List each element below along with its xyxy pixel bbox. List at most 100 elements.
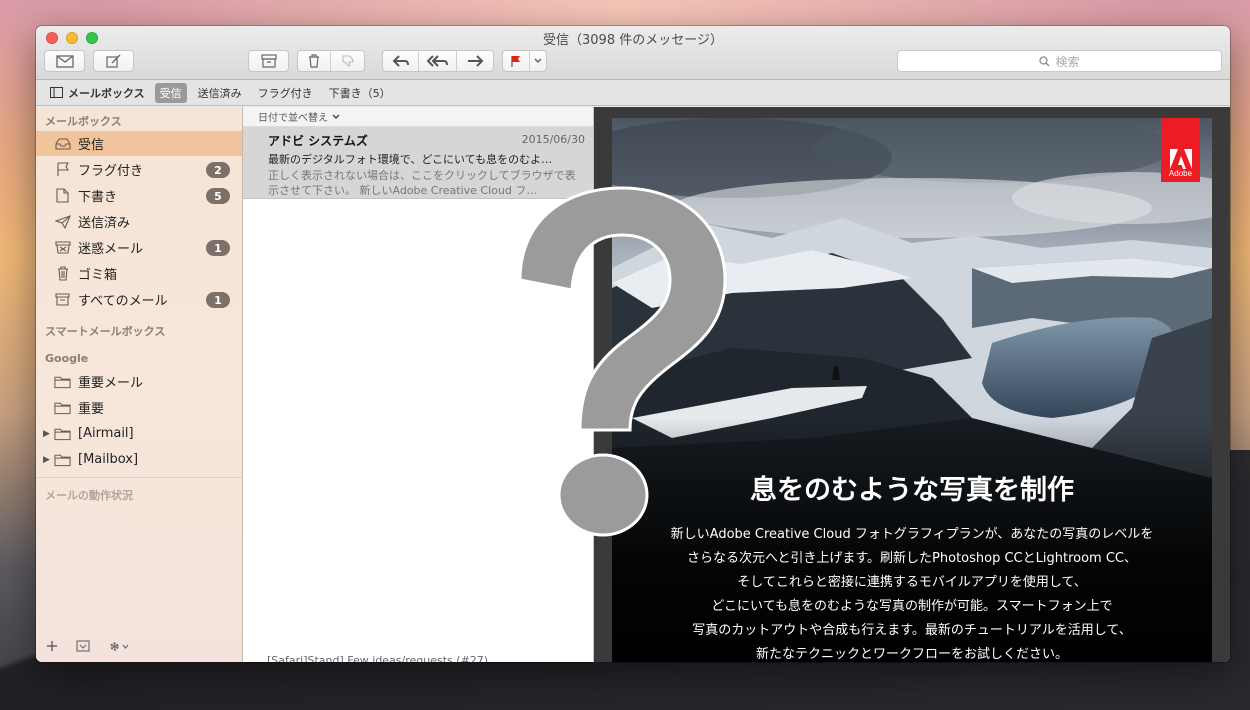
titlebar: 受信（3098 件のメッセージ） 検索 — [36, 26, 1230, 80]
tray-icon — [76, 640, 90, 652]
message-row[interactable]: アドビ システムズ 2015/06/30 最新のデジタルフォト環境で、どこにいて… — [243, 127, 593, 199]
sidebar-item-label: [Mailbox] — [78, 452, 139, 467]
mailbox-sidebar: メールボックス 受信 フラグ付き 2 下書き 5 送信済み 迷惑メール 1 ゴミ… — [36, 107, 243, 662]
thumbs-down-icon — [341, 55, 354, 67]
message-list: 日付で並べ替え アドビ システムズ 2015/06/30 最新のデジタルフォト環… — [243, 107, 594, 662]
sidebar-item-label: 重要メール — [78, 376, 144, 391]
sidebar-item-google-important-mail[interactable]: 重要メール — [36, 369, 242, 394]
search-icon — [1039, 55, 1050, 66]
folder-icon — [54, 401, 71, 415]
unread-badge: 2 — [206, 162, 230, 178]
mailboxes-toggle[interactable]: メールボックス — [50, 85, 145, 101]
content-area: メールボックス 受信 フラグ付き 2 下書き 5 送信済み 迷惑メール 1 ゴミ… — [36, 107, 1230, 662]
favorite-flagged[interactable]: フラグ付き — [253, 83, 318, 103]
sidebar-item-drafts[interactable]: 下書き 5 — [36, 183, 242, 208]
email-body: 新しいAdobe Creative Cloud フォトグラフィプランが、あなたの… — [612, 523, 1212, 662]
gear-icon — [110, 641, 129, 651]
forward-icon — [467, 55, 484, 67]
flag-button[interactable] — [503, 51, 530, 71]
folder-icon — [54, 453, 71, 467]
adobe-logo: Adobe — [1161, 118, 1200, 182]
sidebar-item-label: フラグ付き — [78, 164, 144, 179]
sidebar-item-label: 重要 — [78, 402, 105, 417]
chevron-down-icon — [534, 58, 542, 63]
sidebar-item-label: 迷惑メール — [78, 242, 144, 257]
sent-icon — [54, 214, 71, 229]
trash-icon — [54, 266, 71, 281]
reply-all-button[interactable] — [419, 51, 457, 71]
junk-button[interactable] — [331, 51, 364, 71]
favorite-drafts[interactable]: 下書き（5） — [324, 83, 396, 103]
sidebar-item-junk[interactable]: 迷惑メール 1 — [36, 235, 242, 260]
disclosure-triangle-icon[interactable]: ▶ — [43, 429, 50, 439]
reply-button[interactable] — [383, 51, 420, 71]
trash-icon — [309, 54, 319, 68]
sidebar-item-inbox[interactable]: 受信 — [36, 131, 242, 156]
sidebar-item-label: ゴミ箱 — [78, 268, 118, 283]
sidebar-divider — [36, 477, 242, 478]
sidebar-item-label: すべてのメール — [78, 294, 168, 309]
partially-visible-message[interactable]: [Safari]Stand] Few ideas/requests (#27) — [267, 654, 488, 662]
section-mail-activity[interactable]: メールの動作状況 — [36, 487, 133, 503]
reply-icon — [392, 55, 409, 67]
unread-badge: 5 — [206, 188, 230, 204]
sidebar-item-airmail[interactable]: ▶ [Airmail] — [36, 421, 242, 446]
adobe-logo-text: Adobe — [1168, 169, 1193, 178]
mailboxes-label: メールボックス — [68, 86, 145, 100]
sidebar-item-mailbox[interactable]: ▶ [Mailbox] — [36, 447, 242, 472]
email-headline: 息をのむような写真を制作 — [750, 475, 1074, 506]
unread-badge: 1 — [206, 292, 230, 308]
favorites-bar: メールボックス 受信 送信済み フラグ付き 下書き（5） — [36, 80, 1230, 106]
window-title: 受信（3098 件のメッセージ） — [543, 33, 723, 48]
archive-box-icon — [260, 54, 277, 68]
message-subject: 最新のデジタルフォト環境で、どこにいても息をのむよ… — [268, 153, 553, 166]
search-field[interactable]: 検索 — [897, 50, 1222, 72]
email-body-line: どこにいても息をのむような写真の制作が可能。スマートフォン上で — [711, 599, 1113, 614]
favorite-sent[interactable]: 送信済み — [193, 83, 247, 103]
envelope-icon — [55, 54, 74, 68]
draft-icon — [54, 188, 71, 203]
delete-button[interactable] — [298, 51, 332, 71]
sidebar-item-all-mail[interactable]: すべてのメール 1 — [36, 287, 242, 312]
mailbox-menu-button[interactable] — [76, 640, 90, 656]
folder-icon — [54, 427, 71, 441]
archive-button[interactable] — [248, 50, 289, 72]
adobe-mark-icon — [1169, 149, 1192, 169]
reply-all-icon — [426, 55, 448, 67]
folder-icon — [54, 375, 71, 389]
delete-junk-group — [297, 50, 365, 72]
sidebar-item-trash[interactable]: ゴミ箱 — [36, 261, 242, 286]
message-preview: 正しく表示されない場合は、ここをクリックしてブラウザで表示させて下さい。 新しい… — [268, 169, 576, 197]
flag-icon — [54, 162, 71, 177]
archive-icon — [54, 293, 71, 306]
disclosure-triangle-icon[interactable]: ▶ — [43, 455, 50, 465]
forward-button[interactable] — [457, 51, 493, 71]
get-mail-button[interactable] — [44, 50, 85, 72]
sidebar-item-label: [Airmail] — [78, 426, 134, 441]
sidebar-item-google-important[interactable]: 重要 — [36, 395, 242, 420]
search-placeholder: 検索 — [1055, 54, 1080, 69]
email-body-line: 新たなテクニックとワークフローをお試しください。 — [755, 647, 1068, 662]
junk-icon — [54, 241, 71, 254]
favorite-inbox[interactable]: 受信 — [154, 82, 187, 103]
chevron-down-icon — [332, 114, 340, 119]
settings-menu-button[interactable] — [108, 640, 130, 657]
sort-control[interactable]: 日付で並べ替え — [243, 107, 593, 127]
message-date: 2015/06/30 — [521, 133, 585, 146]
section-google[interactable]: Google — [36, 352, 88, 365]
add-mailbox-button[interactable] — [46, 640, 58, 656]
sidebar-item-sent[interactable]: 送信済み — [36, 209, 242, 234]
message-preview-pane: Adobe 息をのむような写真を制作 新しいAdobe Creative Clo… — [594, 107, 1230, 662]
reply-group — [382, 50, 494, 72]
sidebar-icon — [50, 87, 63, 98]
compose-button[interactable] — [93, 50, 134, 72]
flag-icon — [511, 55, 520, 67]
flag-menu-button[interactable] — [530, 51, 546, 71]
sidebar-item-label: 送信済み — [78, 216, 131, 231]
sidebar-footer — [36, 634, 242, 662]
email-body-line: 写真のカットアウトや合成も行えます。最新のチュートリアルを活用して、 — [692, 623, 1132, 638]
mail-window: 受信（3098 件のメッセージ） 検索 メールボックス 受信 送信済み フラグ付… — [36, 26, 1230, 662]
section-smart-mailboxes[interactable]: スマートメールボックス — [36, 323, 165, 339]
sidebar-item-flagged[interactable]: フラグ付き 2 — [36, 157, 242, 182]
plus-icon — [47, 641, 57, 651]
